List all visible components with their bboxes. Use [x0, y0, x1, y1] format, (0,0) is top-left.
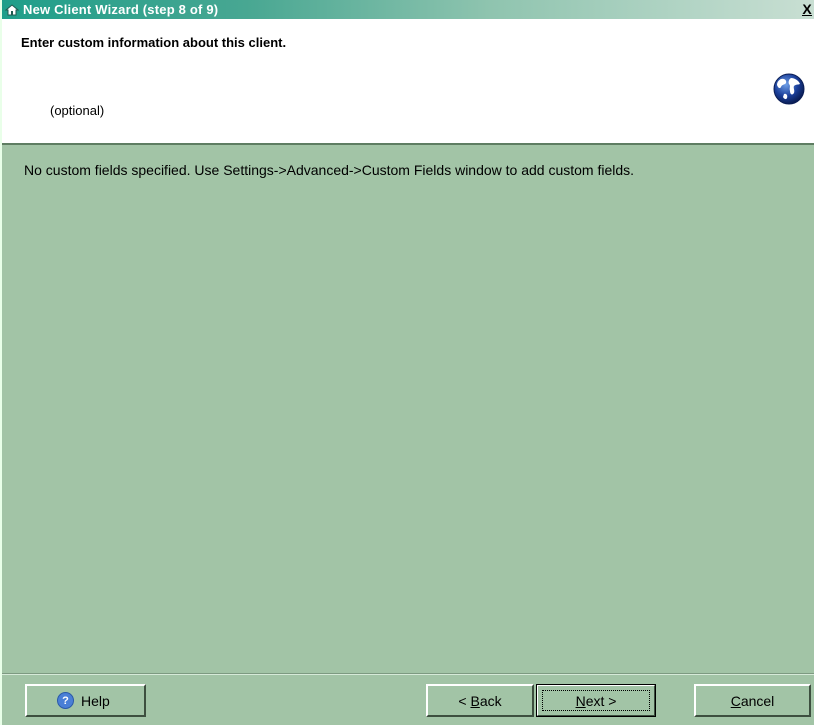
wizard-window: New Client Wizard (step 8 of 9) X Enter …	[0, 0, 814, 725]
step-subtitle: (optional)	[50, 103, 105, 118]
cancel-rest: ancel	[740, 692, 775, 709]
step-title: Enter custom information about this clie…	[21, 35, 287, 50]
globe-icon	[772, 72, 806, 106]
back-button[interactable]: < Back	[426, 684, 534, 717]
app-icon	[4, 3, 20, 17]
back-rest: ack	[479, 692, 502, 709]
wizard-header: Enter custom information about this clie…	[2, 19, 814, 145]
window-title: New Client Wizard (step 8 of 9)	[23, 2, 219, 17]
back-prefix: <	[458, 692, 471, 709]
cancel-button[interactable]: Cancel	[694, 684, 811, 717]
help-label: Help	[81, 692, 110, 709]
title-bar[interactable]: New Client Wizard (step 8 of 9) X	[2, 0, 814, 19]
cancel-mnemonic: C	[730, 692, 741, 709]
focus-ring	[542, 690, 650, 711]
back-mnemonic: B	[470, 692, 480, 709]
help-button[interactable]: ? Help	[25, 684, 146, 717]
help-icon: ?	[57, 692, 74, 709]
footer-divider	[2, 673, 814, 675]
next-button[interactable]: Next >	[536, 684, 656, 717]
close-button[interactable]: X	[800, 1, 814, 17]
no-custom-fields-message: No custom fields specified. Use Settings…	[24, 162, 635, 178]
